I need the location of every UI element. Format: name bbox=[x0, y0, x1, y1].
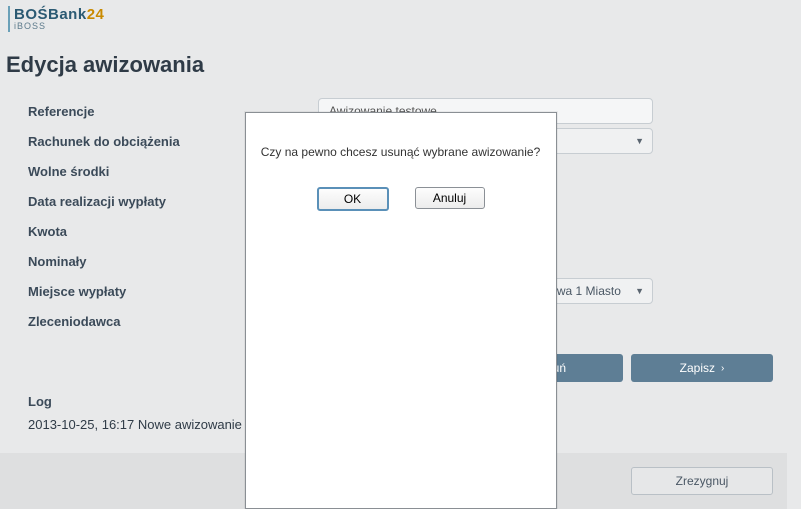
confirm-dialog: Czy na pewno chcesz usunąć wybrane awizo… bbox=[245, 112, 557, 509]
confirm-ok-label: OK bbox=[344, 192, 361, 206]
page-title: Edycja awizowania bbox=[0, 38, 801, 96]
chevron-right-icon: › bbox=[721, 363, 724, 374]
save-button[interactable]: Zapisz › bbox=[631, 354, 773, 382]
chevron-down-icon: ▼ bbox=[635, 136, 644, 146]
logo-subtitle: iBOSS bbox=[14, 22, 104, 31]
cancel-form-button[interactable]: Zrezygnuj bbox=[631, 467, 773, 495]
logo-accent-bar bbox=[8, 6, 10, 32]
chevron-down-icon: ▼ bbox=[635, 286, 644, 296]
save-button-label: Zapisz bbox=[680, 361, 715, 375]
cancel-form-label: Zrezygnuj bbox=[676, 474, 729, 488]
confirm-message: Czy na pewno chcesz usunąć wybrane awizo… bbox=[246, 113, 556, 187]
logo-suffix: 24 bbox=[87, 6, 105, 23]
app-logo: BOŚBank24 iBOSS bbox=[0, 0, 801, 38]
confirm-cancel-label: Anuluj bbox=[433, 191, 466, 205]
confirm-cancel-button[interactable]: Anuluj bbox=[415, 187, 485, 209]
confirm-ok-button[interactable]: OK bbox=[317, 187, 389, 211]
